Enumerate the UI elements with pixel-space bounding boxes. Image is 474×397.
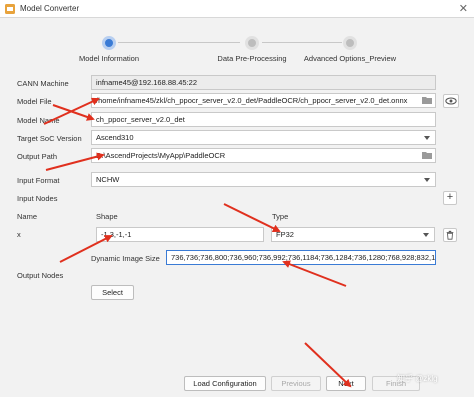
cann-machine-field: infname45@192.168.88.45:22 [91,75,436,90]
window-title: Model Converter [20,4,80,13]
visualize-model-button[interactable] [443,94,459,108]
model-name-value: ch_ppocr_server_v2.0_det [96,115,185,124]
input-nodes-label: Input Nodes [17,194,58,203]
input-format-select[interactable]: NCHW [91,172,436,187]
model-name-label: Model Name [17,116,60,125]
target-soc-select[interactable]: Ascend310 [91,130,436,145]
step-label: Model Information [78,54,140,63]
close-icon[interactable]: ✕ [459,2,468,16]
model-file-input[interactable]: /home/infname45/zkl/ch_ppocr_server_v2.0… [91,93,436,108]
step-indicator-model-information [102,36,116,50]
title-bar: Model Converter ✕ [0,0,474,18]
input-node-type-value: FP32 [276,230,294,239]
step-indicator-data-preprocessing [245,36,259,50]
dynamic-image-size-input[interactable]: 736,736;736,800;736,960;736,992;736,1184… [166,250,436,265]
watermark: 知乎 @zklg [397,374,438,383]
step-connector [262,42,342,43]
load-configuration-button[interactable]: Load Configuration [184,376,266,391]
model-name-input[interactable]: ch_ppocr_server_v2.0_det [91,112,436,127]
model-file-label: Model File [17,97,52,106]
plus-icon: + [446,191,454,203]
input-format-value: NCHW [96,175,120,184]
column-header-shape: Shape [96,212,118,221]
input-format-label: Input Format [17,176,60,185]
annotation-arrow [282,260,347,287]
select-output-nodes-button[interactable]: Select [91,285,134,300]
cann-machine-label: CANN Machine [17,79,69,88]
input-node-name: x [17,230,21,239]
chevron-down-icon [423,233,429,237]
folder-icon[interactable] [422,151,432,159]
input-node-type-select[interactable]: FP32 [271,227,435,242]
eye-icon [445,97,457,105]
input-node-shape-input[interactable]: -1,3,-1,-1 [96,227,264,242]
add-input-node-button[interactable]: + [443,191,457,205]
dynamic-image-size-label: Dynamic Image Size [91,254,160,263]
column-header-name: Name [17,212,38,221]
output-nodes-label: Output Nodes [17,271,64,280]
step-indicator-advanced-options [343,36,357,50]
folder-icon[interactable] [422,96,432,104]
column-header-type: Type [272,212,289,221]
output-path-label: Output Path [17,152,58,161]
dynamic-image-size-value: 736,736;736,800;736,960;736,992;736,1184… [171,253,436,262]
step-label: Data Pre-Processing [217,54,287,63]
input-node-shape-value: -1,3,-1,-1 [101,230,132,239]
output-path-value: D:\AscendProjects\MyApp\PaddleOCR [96,151,226,160]
chevron-down-icon [424,178,430,182]
model-file-value: /home/infname45/zkl/ch_ppocr_server_v2.0… [96,96,408,105]
target-soc-label: Target SoC Version [17,134,82,143]
chevron-down-icon [424,136,430,140]
app-icon [5,4,15,14]
trash-icon [446,230,454,240]
cann-machine-value: infname45@192.168.88.45:22 [96,78,198,87]
step-label: Advanced Options_Preview [303,54,397,63]
next-button[interactable]: Next [326,376,366,391]
output-path-input[interactable]: D:\AscendProjects\MyApp\PaddleOCR [91,148,436,163]
step-connector [118,42,240,43]
delete-input-node-button[interactable] [443,228,457,242]
previous-button[interactable]: Previous [271,376,321,391]
target-soc-value: Ascend310 [96,133,134,142]
wizard-steps: Model Information Data Pre-Processing Ad… [0,20,474,72]
